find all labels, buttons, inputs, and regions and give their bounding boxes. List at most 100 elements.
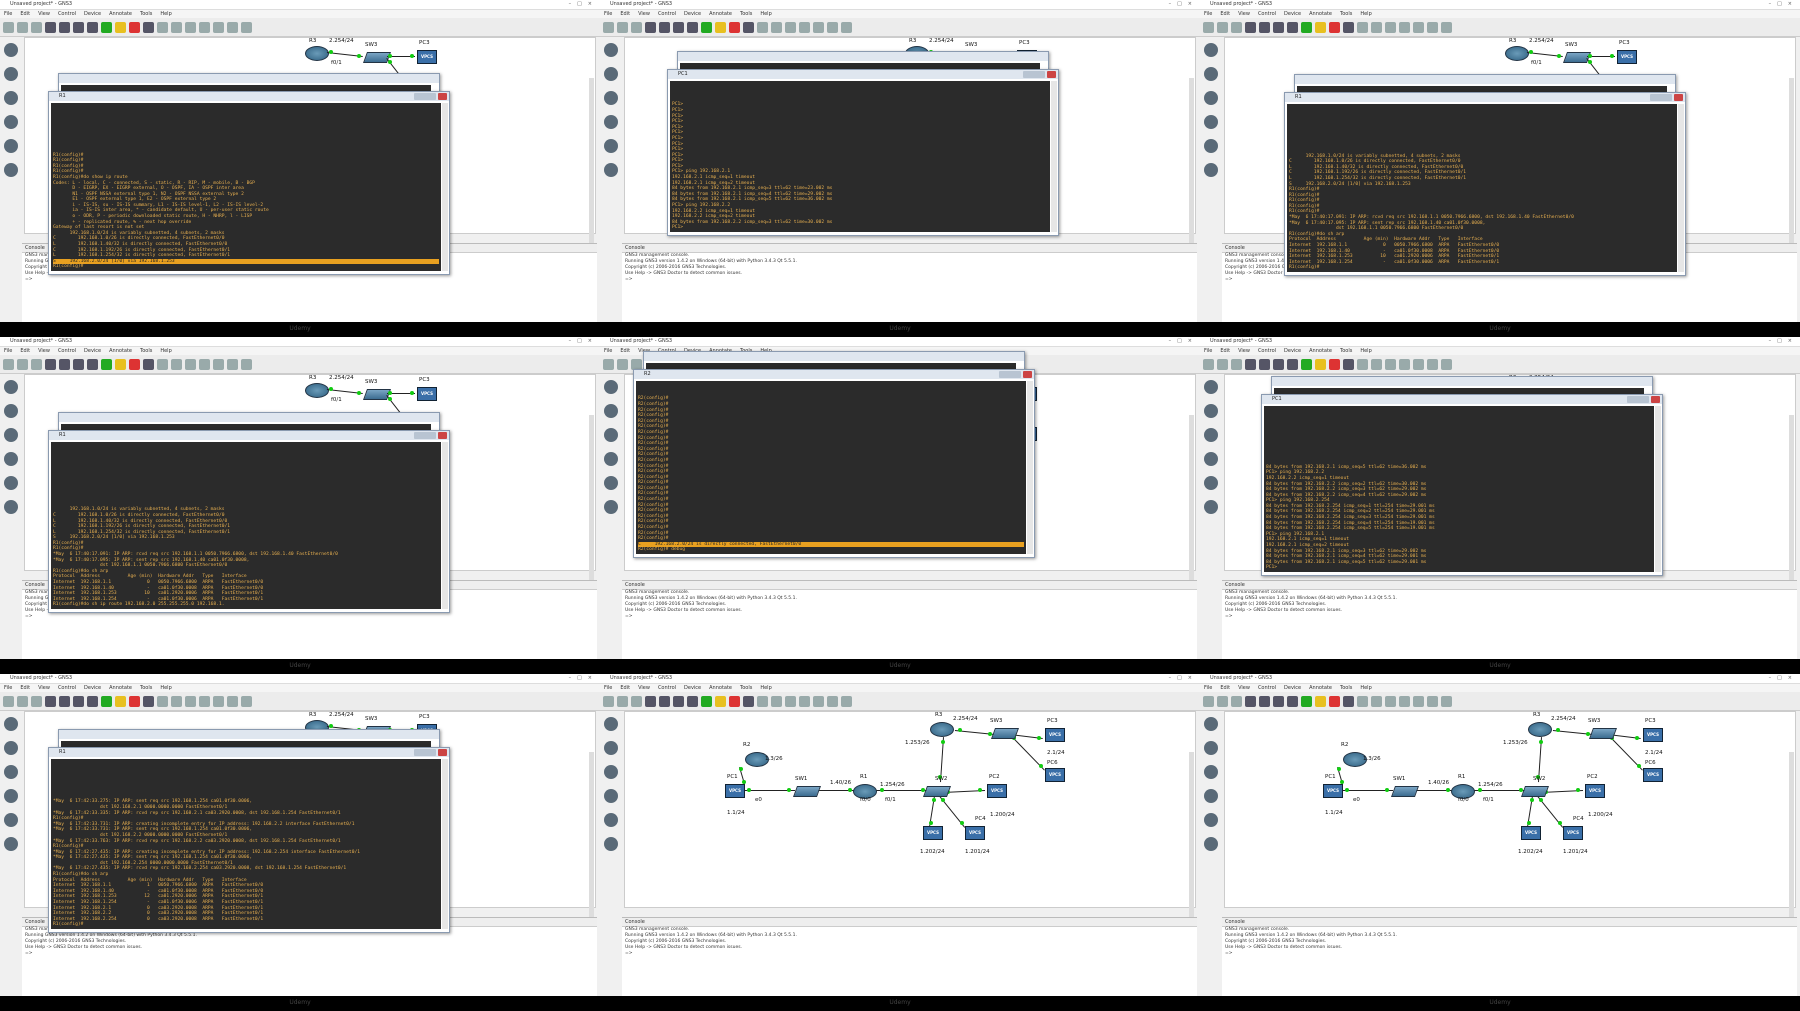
vpcs-icon[interactable]: VPCS	[725, 784, 745, 798]
link-icon[interactable]	[604, 163, 618, 177]
screenshot-icon[interactable]	[1441, 21, 1452, 33]
terminal-min-max-buttons[interactable]	[1023, 71, 1045, 78]
canvas-scrollbar[interactable]	[589, 78, 594, 258]
image-icon[interactable]	[1371, 358, 1382, 370]
close-icon[interactable]	[438, 432, 447, 439]
terminal-icon[interactable]	[1287, 695, 1298, 707]
terminal-titlebar[interactable]: R1	[1285, 93, 1685, 102]
save-icon[interactable]	[31, 21, 42, 33]
menu-item[interactable]: Help	[160, 10, 171, 18]
snapshot-icon[interactable]	[659, 21, 670, 33]
ellipse-icon[interactable]	[199, 358, 210, 370]
all-devices-icon[interactable]	[604, 139, 618, 153]
start-icon[interactable]	[101, 358, 112, 370]
ellipse-icon[interactable]	[1399, 695, 1410, 707]
terminal-window[interactable]: PC1 84 bytes from 192.168.2.1 icmp_seq=5 …	[1261, 394, 1663, 576]
terminal-titlebar[interactable]: R1	[49, 748, 449, 757]
folder-icon[interactable]	[603, 21, 614, 33]
terminal-titlebar[interactable]	[1272, 377, 1652, 386]
ellipse-icon[interactable]	[1399, 358, 1410, 370]
terminal-icon[interactable]	[1287, 21, 1298, 33]
terminal-titlebar[interactable]: R1	[49, 431, 449, 440]
link-icon[interactable]	[604, 837, 618, 851]
console-icon[interactable]	[73, 21, 84, 33]
link-icon[interactable]	[4, 837, 18, 851]
menu-item[interactable]: Annotate	[1309, 10, 1332, 18]
terminal-window[interactable]: R1 R1(config)# R1(config)# R1(config)# R1(co…	[48, 91, 450, 275]
rect-icon[interactable]	[785, 21, 796, 33]
image-icon[interactable]	[171, 358, 182, 370]
all-devices-icon[interactable]	[1204, 139, 1218, 153]
vpcs-icon[interactable]: VPCS	[923, 826, 943, 840]
terminal-window[interactable]: R1 192.168.1.0/24 is variably subnetted,…	[1284, 92, 1686, 276]
security-icon[interactable]	[4, 789, 18, 803]
terminal-titlebar[interactable]: R2	[634, 370, 1034, 379]
history-icon[interactable]	[645, 695, 656, 707]
canvas-scrollbar[interactable]	[1789, 78, 1794, 258]
menu-item[interactable]: Tools	[1340, 10, 1352, 18]
terminal-output[interactable]: R1(config)# R1(config)# R1(config)# R1(conf…	[51, 103, 441, 271]
menu-item[interactable]: Device	[1284, 684, 1301, 692]
router-category-icon[interactable]	[1204, 43, 1218, 57]
note-icon[interactable]	[1357, 21, 1368, 33]
note-icon[interactable]	[1357, 358, 1368, 370]
open-icon[interactable]	[17, 358, 28, 370]
close-icon[interactable]	[1047, 71, 1056, 78]
stop-icon[interactable]	[729, 21, 740, 33]
canvas-scrollbar[interactable]	[1189, 78, 1194, 258]
menu-item[interactable]: File	[1204, 684, 1212, 692]
terminal-window[interactable]: PC1 PC1> PC1> PC1> PC1> PC1> PC1> PC1> PC1> PC1> P…	[667, 69, 1059, 236]
open-icon[interactable]	[1217, 21, 1228, 33]
all-devices-icon[interactable]	[1204, 813, 1218, 827]
image-icon[interactable]	[771, 695, 782, 707]
rect-icon[interactable]	[1385, 21, 1396, 33]
router-category-icon[interactable]	[604, 43, 618, 57]
history-icon[interactable]	[1245, 21, 1256, 33]
terminal-titlebar[interactable]	[678, 52, 1048, 61]
folder-icon[interactable]	[3, 695, 14, 707]
snapshot-icon[interactable]	[59, 21, 70, 33]
start-icon[interactable]	[701, 695, 712, 707]
rect-icon[interactable]	[185, 358, 196, 370]
vpcs-icon[interactable]: VPCS	[417, 387, 437, 401]
terminal-icon[interactable]	[87, 358, 98, 370]
zoom-in-icon[interactable]	[213, 695, 224, 707]
menu-item[interactable]: Device	[684, 684, 701, 692]
note-icon[interactable]	[757, 695, 768, 707]
terminal-icon[interactable]	[687, 695, 698, 707]
terminal-icon[interactable]	[87, 695, 98, 707]
start-icon[interactable]	[101, 21, 112, 33]
canvas-scrollbar[interactable]	[589, 415, 594, 595]
security-icon[interactable]	[1204, 115, 1218, 129]
terminal-titlebar[interactable]: PC1	[1262, 395, 1662, 404]
screenshot-icon[interactable]	[241, 695, 252, 707]
canvas-scrollbar[interactable]	[1789, 752, 1794, 932]
zoom-in-icon[interactable]	[213, 21, 224, 33]
ellipse-icon[interactable]	[199, 695, 210, 707]
window-controls[interactable]: –□×	[1769, 0, 1798, 9]
zoom-out-icon[interactable]	[827, 21, 838, 33]
terminal-titlebar[interactable]	[59, 413, 439, 422]
all-devices-icon[interactable]	[4, 813, 18, 827]
terminal-prompt[interactable]: R2(config)# debug	[638, 547, 1024, 553]
vpcs-icon[interactable]: VPCS	[1323, 784, 1343, 798]
menu-item[interactable]: File	[604, 10, 612, 18]
ellipse-icon[interactable]	[799, 21, 810, 33]
end-device-icon[interactable]	[1204, 428, 1218, 442]
link-icon[interactable]	[604, 500, 618, 514]
menu-item[interactable]: Edit	[620, 684, 630, 692]
canvas-scrollbar[interactable]	[1789, 415, 1794, 595]
history-icon[interactable]	[45, 695, 56, 707]
image-icon[interactable]	[771, 21, 782, 33]
terminal-titlebar[interactable]	[1295, 75, 1675, 84]
terminal-window[interactable]: R2 R2(config)# R2(config)# R2(config)# R2(co…	[633, 369, 1035, 558]
folder-icon[interactable]	[1203, 358, 1214, 370]
screenshot-icon[interactable]	[841, 695, 852, 707]
menu-item[interactable]: Edit	[1220, 347, 1230, 355]
vpcs-icon[interactable]: VPCS	[1617, 50, 1637, 64]
menu-item[interactable]: Control	[58, 684, 76, 692]
reload-icon[interactable]	[743, 695, 754, 707]
reload-icon[interactable]	[743, 21, 754, 33]
save-icon[interactable]	[631, 21, 642, 33]
terminal-icon[interactable]	[687, 21, 698, 33]
